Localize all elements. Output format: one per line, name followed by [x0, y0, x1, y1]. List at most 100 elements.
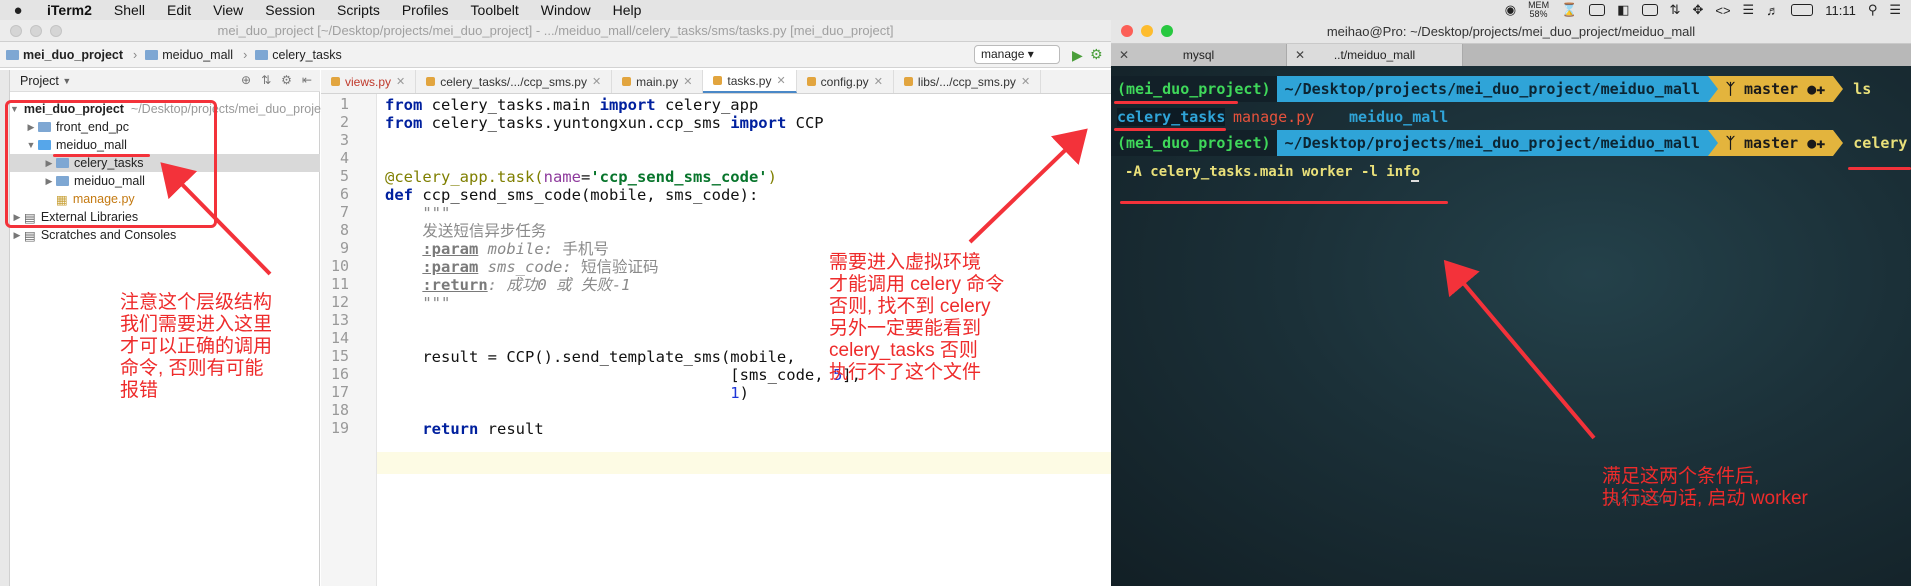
- run-icon[interactable]: ▶: [1072, 47, 1083, 64]
- menu-scripts[interactable]: Scripts: [326, 2, 391, 18]
- locate-icon[interactable]: ⊕: [241, 73, 251, 87]
- python-file-icon: [713, 76, 723, 85]
- code-line-12: """: [385, 294, 451, 312]
- breadcrumb-celery-tasks[interactable]: celery_tasks: [255, 48, 342, 62]
- terminal-title: meihao@Pro: ~/Desktop/projects/mei_duo_p…: [1326, 24, 1696, 39]
- annotation-line: 执行不了这个文件: [829, 362, 982, 383]
- run-configuration-select[interactable]: manage ▾: [974, 45, 1060, 64]
- wechat-icon[interactable]: ◧: [1617, 2, 1629, 18]
- memory-meter[interactable]: MEM 58%: [1528, 1, 1549, 19]
- number-literal: 1: [730, 384, 740, 402]
- close-icon[interactable]: ✕: [1119, 44, 1129, 66]
- ide-minimize-button[interactable]: [30, 25, 42, 37]
- decorator: ): [767, 168, 777, 186]
- menu-window[interactable]: Window: [530, 2, 602, 18]
- folder-icon: [255, 49, 269, 60]
- apple-menu-icon[interactable]: ●: [0, 2, 36, 19]
- breadcrumb-meiduo-mall[interactable]: meiduo_mall: [145, 48, 233, 62]
- tab-label: libs/.../ccp_sms.py: [917, 74, 1016, 89]
- line-number: 1: [339, 95, 349, 113]
- menu-shell[interactable]: Shell: [103, 2, 156, 18]
- tab-libs-ccp-sms[interactable]: libs/.../ccp_sms.py ✕: [894, 70, 1042, 94]
- line-number: 2: [339, 113, 349, 131]
- line-number: 13: [330, 311, 349, 329]
- git-flags: ●✚: [1807, 80, 1826, 98]
- annotation-left: 注意这个层级结构 我们需要进入这里 才可以正确的调用 命令, 否则有可能 报错: [120, 292, 272, 402]
- line-number: 15: [330, 347, 349, 365]
- bell-icon[interactable]: ◉: [1505, 2, 1516, 18]
- hourglass-icon[interactable]: ⌛: [1561, 2, 1577, 18]
- breadcrumb-project[interactable]: mei_duo_project: [6, 48, 123, 62]
- close-icon[interactable]: ✕: [396, 70, 405, 94]
- menu-iterm2[interactable]: iTerm2: [36, 2, 103, 18]
- folder-icon: [6, 49, 19, 60]
- powerline-separator: [1707, 76, 1718, 102]
- powerline-separator: [1707, 130, 1718, 156]
- ls-output-meiduo-mall: meiduo_mall: [1349, 108, 1449, 126]
- breadcrumb-label: mei_duo_project: [23, 47, 124, 62]
- volume-icon[interactable]: ♬: [1766, 3, 1779, 18]
- tab-main-py[interactable]: main.py ✕: [612, 70, 704, 94]
- gear-icon[interactable]: ⚙: [281, 73, 292, 87]
- ide-close-button[interactable]: [10, 25, 22, 37]
- minimize-button[interactable]: [1141, 25, 1153, 37]
- edit-icon[interactable]: [1589, 4, 1606, 16]
- line-number-gutter: 1 2 3 4 5 6 7 8 9 10 11 12 13 14 15 16 17 18 19: [321, 94, 377, 586]
- tab-tasks-py[interactable]: tasks.py ✕: [703, 69, 797, 93]
- close-icon[interactable]: ✕: [1021, 70, 1030, 94]
- tab-label: main.py: [636, 74, 679, 89]
- clock[interactable]: 11:11: [1825, 3, 1856, 18]
- menu-edit[interactable]: Edit: [156, 2, 202, 18]
- chevron-down-icon[interactable]: ▼: [62, 76, 71, 86]
- zoom-button[interactable]: [1161, 25, 1173, 37]
- branch-icon: ᛉ: [1725, 80, 1744, 98]
- collapse-arrow-icon[interactable]: ▶: [10, 230, 24, 241]
- tree-item-scratches[interactable]: ▶ ▤ Scratches and Consoles: [10, 226, 320, 244]
- wifi-icon[interactable]: ☰: [1743, 2, 1755, 18]
- menu-help[interactable]: Help: [602, 2, 653, 18]
- ide-zoom-button[interactable]: [50, 25, 62, 37]
- menu-toolbelt[interactable]: Toolbelt: [460, 2, 530, 18]
- line-number: 10: [330, 257, 349, 275]
- tab-celery-ccp-sms[interactable]: celery_tasks/.../ccp_sms.py ✕: [416, 70, 613, 94]
- annotation-underline-command: [1120, 201, 1448, 204]
- code-icon[interactable]: <>: [1715, 3, 1730, 18]
- hide-icon[interactable]: ⇤: [302, 73, 312, 87]
- terminal-tab-mysql[interactable]: ✕ mysql: [1111, 44, 1287, 66]
- annotation-line: 执行这句话, 启动 worker: [1602, 488, 1808, 509]
- annotation-underline-venv: [1114, 101, 1238, 104]
- project-panel-title[interactable]: Project: [20, 74, 59, 88]
- tab-label: celery_tasks/.../ccp_sms.py: [440, 74, 587, 89]
- annotation-line: 才可以正确的调用: [120, 336, 273, 357]
- collapse-icon[interactable]: ⇅: [261, 73, 271, 87]
- terminal-tab-meiduo-mall[interactable]: ✕ ..t/meiduo_mall: [1287, 44, 1463, 66]
- menu-profiles[interactable]: Profiles: [391, 2, 460, 18]
- battery-icon[interactable]: [1791, 4, 1814, 16]
- close-icon[interactable]: ✕: [1295, 44, 1305, 66]
- debug-icon[interactable]: ⚙: [1090, 46, 1103, 63]
- close-icon[interactable]: ✕: [592, 70, 601, 94]
- python-file-icon: [622, 77, 632, 86]
- move-icon[interactable]: ✥: [1692, 2, 1703, 18]
- prompt-dir: ~/Desktop/projects/mei_duo_project/meidu…: [1276, 76, 1708, 102]
- tab-label: views.py: [345, 74, 392, 89]
- code-text: CCP: [786, 114, 824, 132]
- annotation-line: celery_tasks 否则: [829, 340, 978, 361]
- prompt-line-2: (mei_duo_project) ~/Desktop/projects/mei…: [1111, 130, 1911, 156]
- sync-icon[interactable]: ⇅: [1670, 2, 1681, 18]
- close-icon[interactable]: ✕: [776, 69, 785, 93]
- tab-config-py[interactable]: config.py ✕: [797, 70, 894, 93]
- spotlight-search-icon[interactable]: ⚲: [1868, 2, 1878, 18]
- tab-views-py[interactable]: views.py ✕: [321, 70, 417, 94]
- notification-center-icon[interactable]: ☰: [1889, 2, 1901, 18]
- close-icon[interactable]: ✕: [683, 70, 692, 94]
- menu-session[interactable]: Session: [254, 2, 326, 18]
- menu-view[interactable]: View: [202, 2, 254, 18]
- close-icon[interactable]: ✕: [874, 70, 883, 94]
- close-button[interactable]: [1121, 25, 1133, 37]
- annotation-underline-meiduo-mall: [53, 154, 150, 157]
- screen-icon[interactable]: [1641, 4, 1658, 16]
- git-flags: ●✚: [1807, 134, 1826, 152]
- project-panel-tools: ⊕ ⇅ ⚙ ⇤: [241, 73, 312, 87]
